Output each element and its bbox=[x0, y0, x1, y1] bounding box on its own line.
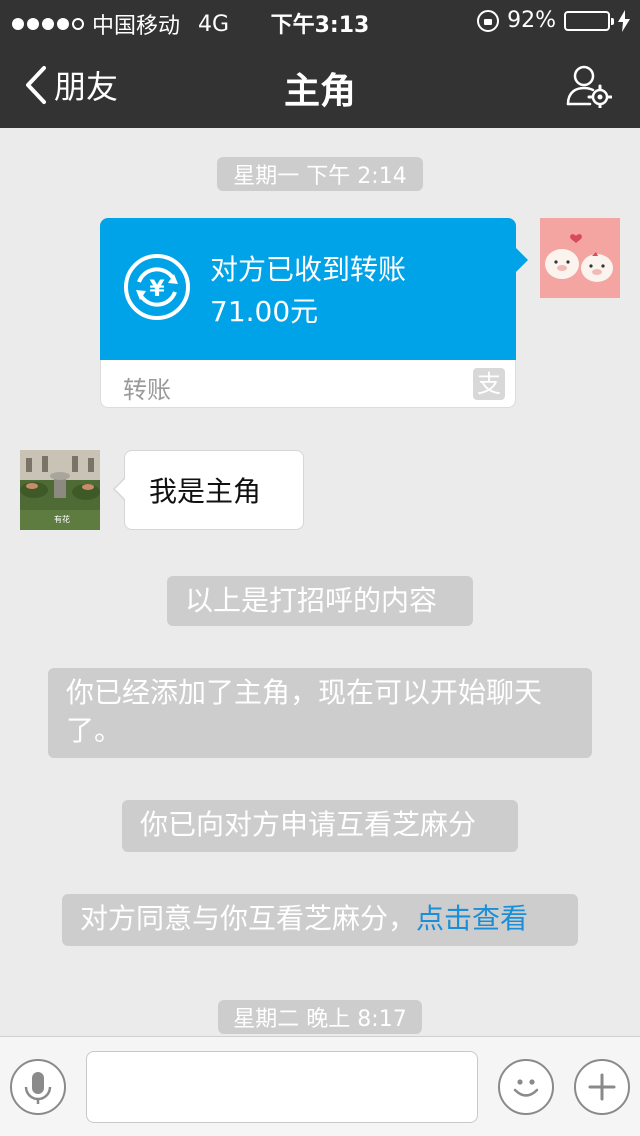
system-message-text: 你已向对方申请互看芝麻分 bbox=[140, 808, 477, 841]
transfer-card[interactable]: ¥ 对方已收到转账 71.00元 转账 支 bbox=[100, 218, 528, 408]
battery-icon bbox=[564, 10, 614, 31]
transfer-amount: 71.00元 bbox=[210, 295, 319, 328]
yuan-exchange-icon: ¥ bbox=[124, 254, 190, 320]
system-message: 你已经添加了主角，现在可以开始聊天了。 bbox=[48, 668, 592, 758]
system-message-text: 对方同意与你互看芝麻分， bbox=[80, 902, 417, 935]
charging-icon bbox=[618, 9, 630, 32]
timestamp: 星期二 晚上 8:17 bbox=[218, 1000, 422, 1034]
smiley-icon bbox=[513, 1079, 539, 1097]
bubble-tail bbox=[516, 248, 528, 272]
chat-bubble[interactable]: 我是主角 bbox=[113, 450, 304, 530]
emoji-button[interactable] bbox=[498, 1059, 554, 1115]
battery-percent: 92% bbox=[507, 8, 556, 33]
status-bar: 中国移动 4G 下午3:13 92% bbox=[0, 0, 640, 40]
plus-icon bbox=[588, 1073, 616, 1101]
alipay-logo-icon: 支 bbox=[473, 368, 505, 400]
voice-button[interactable] bbox=[10, 1059, 66, 1115]
system-message-text: 以上是打招呼的内容 bbox=[185, 584, 438, 617]
rotation-lock-icon bbox=[477, 9, 500, 32]
page-title: 主角 bbox=[283, 71, 356, 112]
message-input[interactable] bbox=[86, 1051, 478, 1123]
microphone-icon bbox=[24, 1072, 52, 1104]
transfer-card-footer: 转账 支 bbox=[100, 360, 516, 408]
transfer-label: 转账 bbox=[123, 376, 171, 404]
view-link[interactable]: 点击查看 bbox=[416, 902, 528, 935]
avatar-self[interactable] bbox=[540, 218, 620, 298]
system-message: 以上是打招呼的内容 bbox=[167, 576, 473, 626]
svg-text:¥: ¥ bbox=[149, 277, 165, 302]
timestamp: 星期一 下午 2:14 bbox=[217, 157, 423, 191]
system-message-text: 你已经添加了主角，现在可以开始聊天了。 bbox=[66, 676, 543, 747]
avatar-contact[interactable]: 有花 bbox=[20, 450, 100, 530]
nav-bar: 朋友 主角 bbox=[0, 40, 640, 128]
transfer-card-header: ¥ 对方已收到转账 71.00元 bbox=[100, 218, 516, 360]
garden-photo-avatar-icon: 有花 bbox=[20, 450, 100, 530]
chat-bubble-text: 我是主角 bbox=[149, 475, 262, 508]
person-gear-icon[interactable] bbox=[566, 62, 612, 108]
input-bar bbox=[0, 1036, 640, 1136]
more-button[interactable] bbox=[574, 1059, 630, 1115]
avatar-caption: 有花 bbox=[54, 514, 70, 524]
transfer-status: 对方已收到转账 bbox=[210, 253, 407, 286]
pig-couple-avatar-icon bbox=[540, 218, 620, 298]
status-right: 92% bbox=[477, 8, 630, 33]
system-message: 你已向对方申请互看芝麻分 bbox=[122, 800, 518, 852]
system-message: 对方同意与你互看芝麻分，点击查看 bbox=[62, 894, 578, 946]
